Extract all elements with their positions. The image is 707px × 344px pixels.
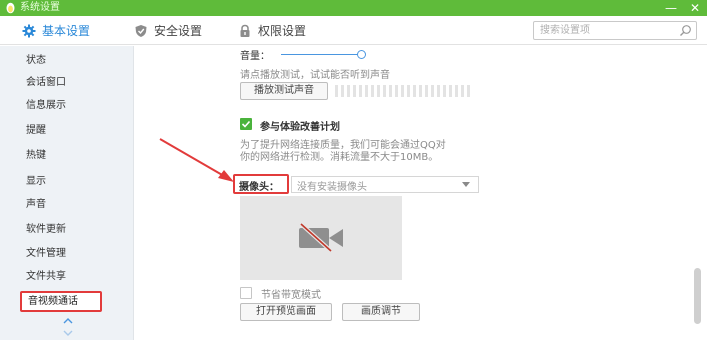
content-scrollbar[interactable] bbox=[694, 268, 701, 324]
scroll-up-icon[interactable] bbox=[62, 316, 74, 326]
tab-security-settings[interactable]: 安全设置 bbox=[134, 16, 202, 45]
sidebar-item-reminder[interactable]: 提醒 bbox=[26, 122, 46, 140]
sidebar-item-hotkeys[interactable]: 热键 bbox=[26, 147, 46, 165]
volume-level-meter bbox=[335, 85, 475, 97]
scroll-down-icon[interactable] bbox=[62, 328, 74, 338]
window-title: 系统设置 bbox=[20, 2, 60, 13]
sidebar-item-file-sharing[interactable]: 文件共享 bbox=[26, 268, 66, 286]
sidebar-item-audio-video-call[interactable]: 音视频通话 bbox=[20, 291, 102, 312]
tab-label: 安全设置 bbox=[154, 24, 203, 38]
camera-select[interactable]: 没有安装摄像头 bbox=[291, 176, 479, 193]
sidebar-item-status[interactable]: 状态 bbox=[26, 52, 46, 70]
sidebar-item-info-display[interactable]: 信息展示 bbox=[26, 97, 66, 115]
gear-icon bbox=[22, 24, 36, 37]
shield-icon bbox=[135, 24, 147, 37]
play-test-sound-button[interactable]: 播放测试声音 bbox=[240, 82, 328, 100]
title-bar: 系统设置 — ✕ bbox=[0, 0, 707, 16]
settings-sidebar: 状态 会话窗口 信息展示 提醒 热键 显示 声音 软件更新 文件管理 文件共享 … bbox=[0, 46, 134, 340]
search-input[interactable] bbox=[534, 22, 672, 39]
tab-permission-settings[interactable]: 权限设置 bbox=[238, 16, 306, 45]
experience-desc-line2: 你的网络进行检测。消耗流量不大于10MB。 bbox=[240, 152, 439, 163]
tab-basic-settings[interactable]: 基本设置 bbox=[22, 16, 90, 45]
camera-select-value: 没有安装摄像头 bbox=[297, 182, 367, 193]
close-button[interactable]: ✕ bbox=[684, 0, 706, 16]
sidebar-item-display[interactable]: 显示 bbox=[26, 173, 46, 191]
settings-content: 音量： 请点播放测试，试试能否听到声音 播放测试声音 参与体验改善计划 为了提升… bbox=[135, 46, 707, 344]
sidebar-item-file-management[interactable]: 文件管理 bbox=[26, 245, 66, 263]
bandwidth-saving-label: 节省带宽模式 bbox=[261, 290, 321, 301]
camera-label: 摄像头： bbox=[239, 182, 279, 193]
minimize-button[interactable]: — bbox=[660, 0, 682, 16]
check-icon bbox=[241, 120, 251, 128]
quality-adjust-button[interactable]: 画质调节 bbox=[342, 303, 420, 321]
bandwidth-saving-checkbox[interactable] bbox=[240, 287, 252, 299]
volume-slider-track[interactable] bbox=[281, 54, 361, 55]
volume-slider-thumb[interactable] bbox=[357, 50, 366, 59]
camera-preview bbox=[240, 196, 402, 280]
tab-label: 基本设置 bbox=[42, 24, 91, 38]
sidebar-item-software-update[interactable]: 软件更新 bbox=[26, 221, 66, 239]
search-icon[interactable] bbox=[679, 24, 692, 37]
camera-off-icon bbox=[299, 222, 343, 253]
sidebar-item-sound[interactable]: 声音 bbox=[26, 196, 46, 214]
tab-bar: 基本设置 安全设置 权限设置 bbox=[0, 16, 707, 45]
volume-label: 音量： bbox=[240, 51, 270, 62]
sound-test-hint: 请点播放测试，试试能否听到声音 bbox=[240, 70, 390, 81]
experience-plan-checkbox[interactable] bbox=[240, 118, 252, 130]
lock-icon bbox=[240, 24, 250, 37]
search-box bbox=[533, 21, 697, 40]
penguin-icon bbox=[6, 2, 15, 14]
open-preview-button[interactable]: 打开预览画面 bbox=[240, 303, 332, 321]
sidebar-item-chat-window[interactable]: 会话窗口 bbox=[26, 74, 66, 92]
tab-label: 权限设置 bbox=[258, 24, 307, 38]
chevron-down-icon bbox=[462, 182, 470, 187]
experience-plan-label: 参与体验改善计划 bbox=[260, 122, 340, 133]
